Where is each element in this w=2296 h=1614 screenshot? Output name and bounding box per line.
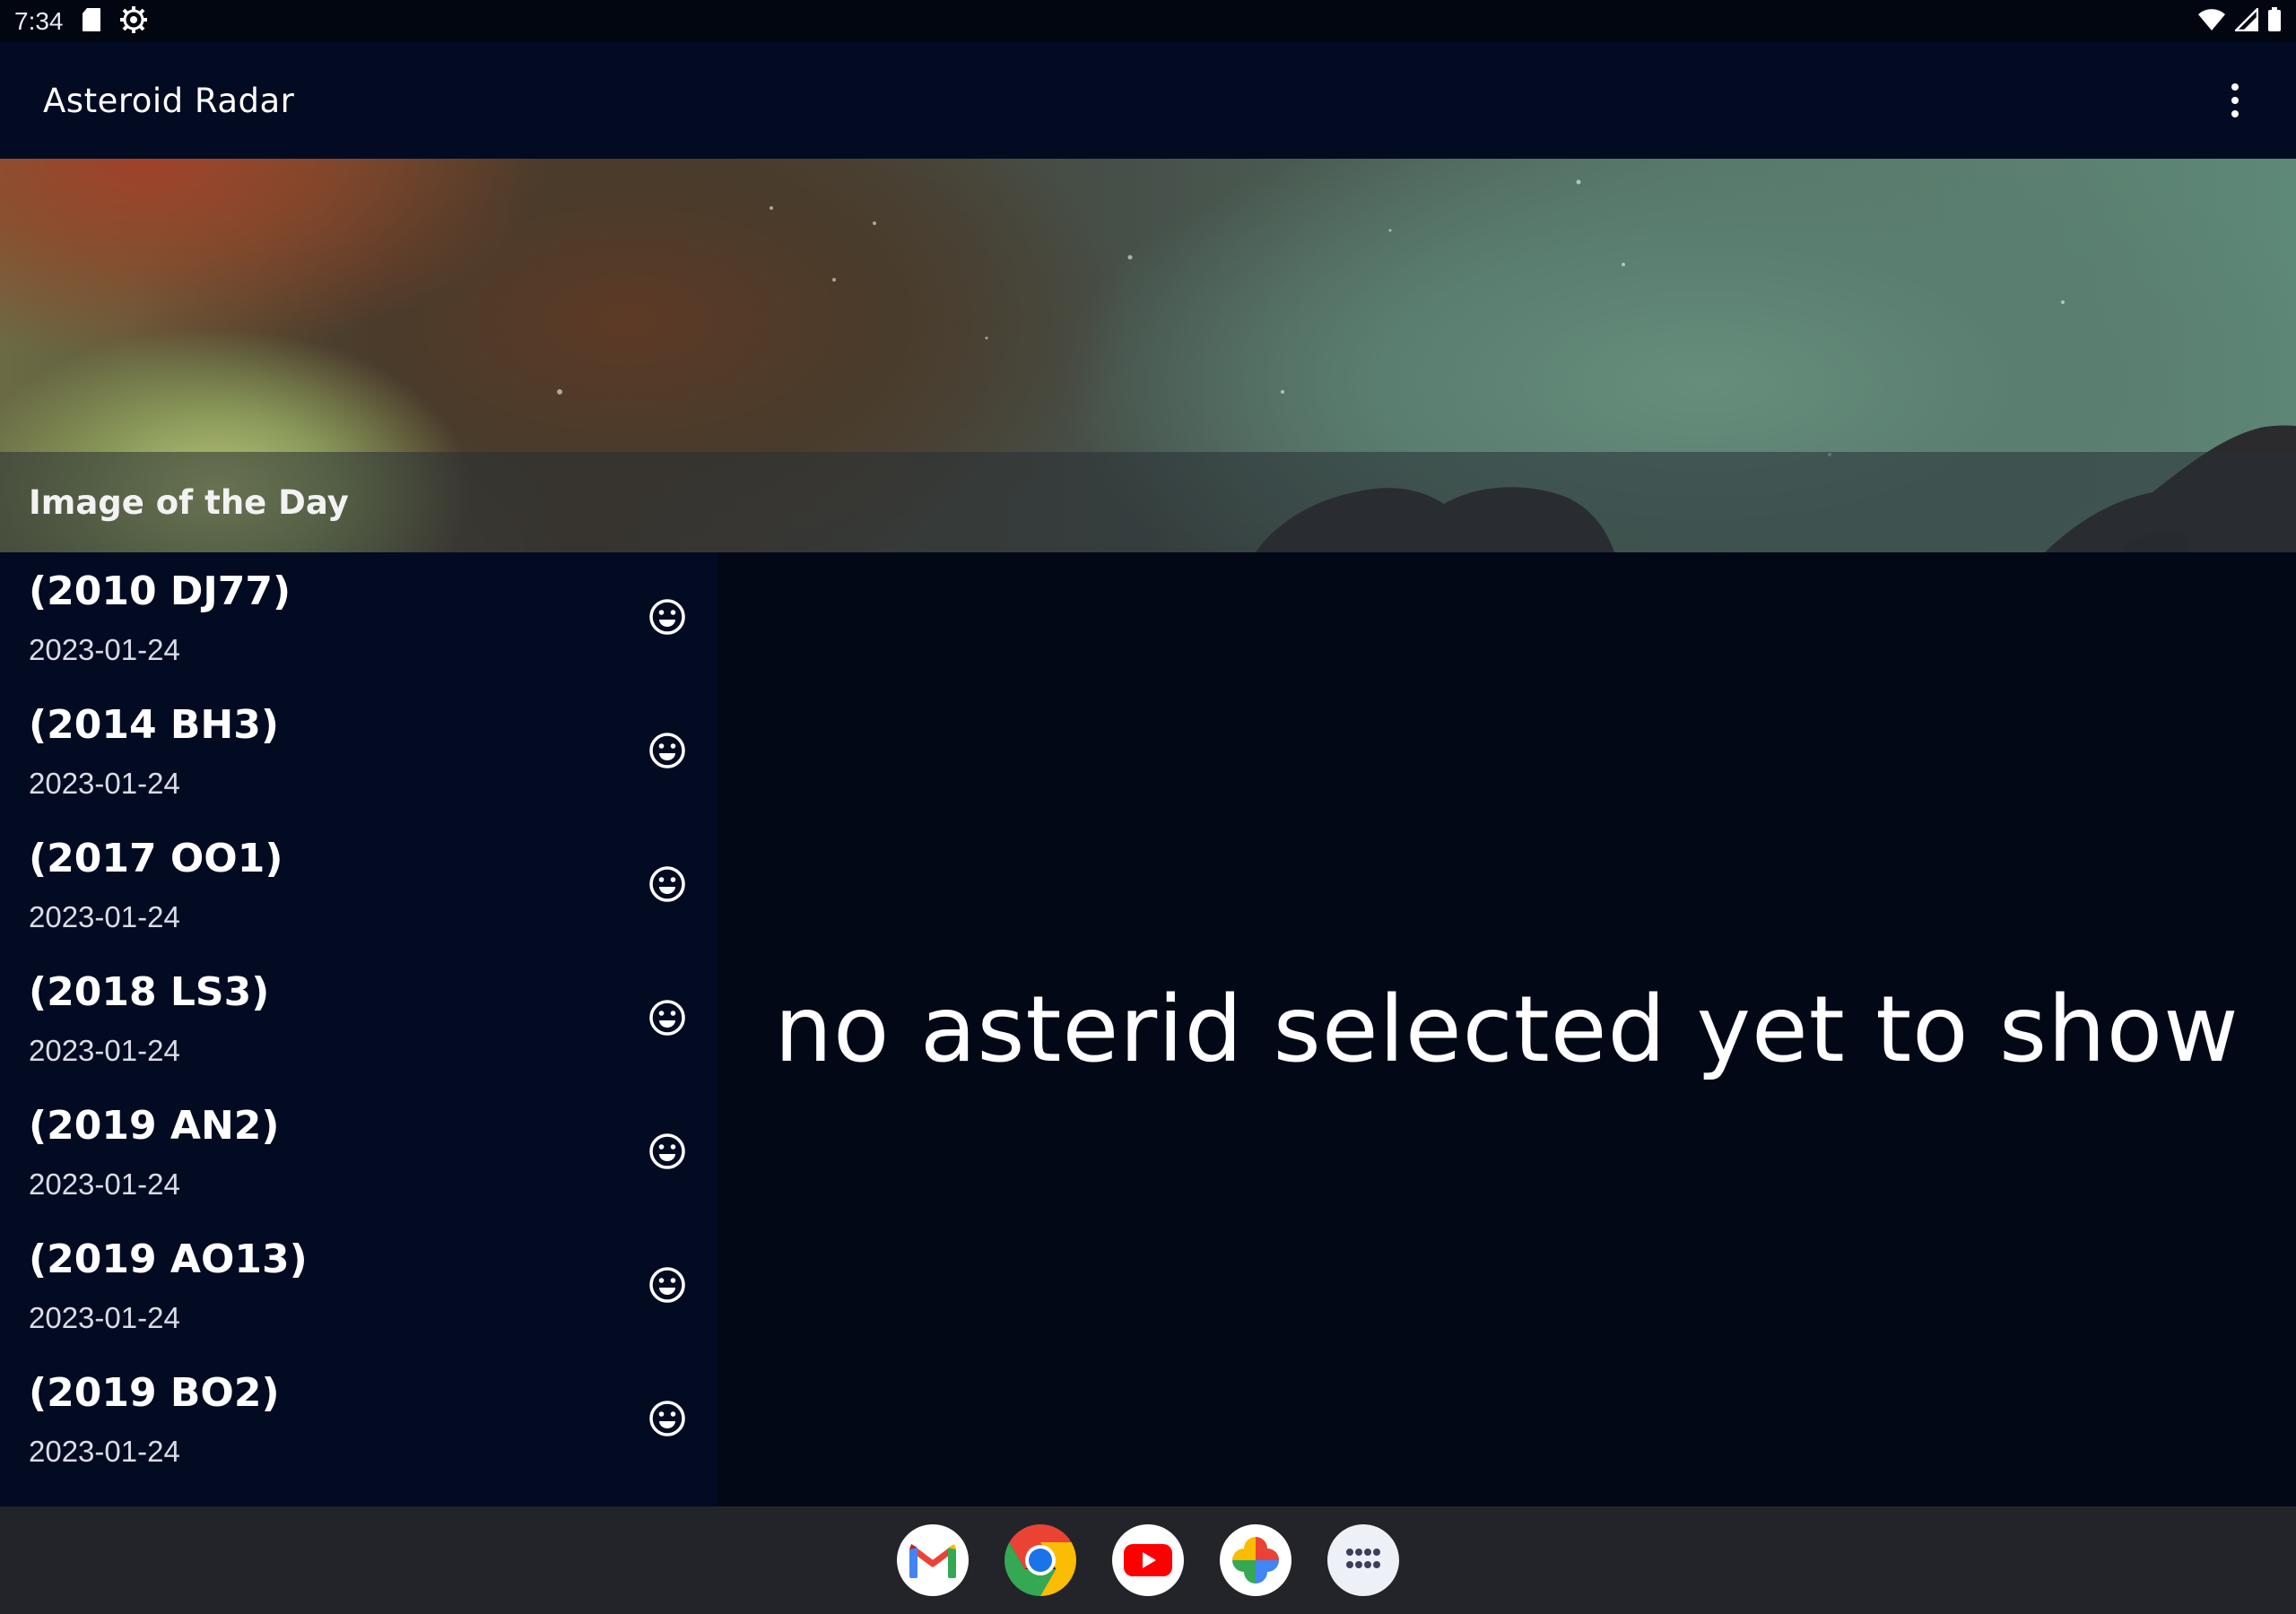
- status-right: [2197, 5, 2282, 36]
- gmail-icon[interactable]: [897, 1524, 969, 1596]
- smiley-icon: [649, 1000, 685, 1036]
- smiley-icon: [649, 599, 685, 635]
- list-item[interactable]: (2019 AO13) 2023-01-24: [0, 1220, 718, 1354]
- image-of-the-day: Image of the Day: [0, 159, 2296, 552]
- status-time: 7:34: [14, 6, 64, 35]
- cell-signal-icon: [2232, 5, 2259, 35]
- smiley-icon: [649, 1401, 685, 1436]
- asteroid-name: (2019 BO2): [29, 1370, 280, 1416]
- status-bar: 7:34: [0, 0, 2296, 42]
- app-bar: Asteroid Radar: [0, 42, 2296, 159]
- list-item[interactable]: (2014 BH3) 2023-01-24: [0, 686, 718, 820]
- asteroid-name: (2010 DJ77): [29, 568, 291, 614]
- asteroid-detail-panel: no asterid selected yet to show: [718, 552, 2296, 1506]
- asteroid-name: (2019 AN2): [29, 1103, 280, 1149]
- app-drawer-icon[interactable]: [1327, 1524, 1399, 1596]
- taskbar: [0, 1506, 2296, 1614]
- app-title: Asteroid Radar: [43, 81, 295, 120]
- asteroid-date: 2023-01-24: [29, 900, 180, 933]
- empty-detail-message: no asterid selected yet to show: [774, 976, 2239, 1083]
- more-options-button[interactable]: [2217, 74, 2253, 127]
- image-of-the-day-caption: Image of the Day: [0, 452, 2296, 552]
- smiley-icon: [649, 733, 685, 768]
- asteroid-name: (2018 LS3): [29, 969, 270, 1015]
- list-item[interactable]: (2017 OO1) 2023-01-24: [0, 820, 718, 953]
- youtube-icon[interactable]: [1112, 1524, 1184, 1596]
- asteroid-date: 2023-01-24: [29, 633, 180, 666]
- smiley-icon: [649, 866, 685, 902]
- asteroid-list[interactable]: (2010 DJ77) 2023-01-24 (2014 BH3) 2023-0…: [0, 552, 718, 1506]
- more-vert-icon-dot: [2231, 97, 2239, 104]
- asteroid-name: (2014 BH3): [29, 702, 279, 748]
- settings-gear-icon: [119, 5, 148, 38]
- sd-card-icon: [82, 7, 101, 36]
- list-item[interactable]: (2019 BO2) 2023-01-24: [0, 1354, 718, 1488]
- asteroid-date: 2023-01-24: [29, 1435, 180, 1468]
- status-left: 7:34: [14, 5, 148, 38]
- chrome-icon[interactable]: [1004, 1524, 1076, 1596]
- asteroid-name: (2017 OO1): [29, 836, 283, 881]
- asteroid-date: 2023-01-24: [29, 767, 180, 800]
- list-item[interactable]: (2019 AN2) 2023-01-24: [0, 1087, 718, 1220]
- battery-icon: [2267, 6, 2282, 36]
- smiley-icon: [649, 1133, 685, 1169]
- photos-icon[interactable]: [1220, 1524, 1292, 1596]
- asteroid-name: (2019 AO13): [29, 1237, 308, 1282]
- asteroid-date: 2023-01-24: [29, 1034, 180, 1067]
- smiley-icon: [649, 1267, 685, 1303]
- image-of-the-day-label: Image of the Day: [29, 482, 349, 522]
- asteroid-date: 2023-01-24: [29, 1167, 180, 1201]
- list-item[interactable]: (2010 DJ77) 2023-01-24: [0, 552, 718, 686]
- list-item[interactable]: (2018 LS3) 2023-01-24: [0, 953, 718, 1087]
- wifi-icon: [2197, 8, 2226, 35]
- asteroid-date: 2023-01-24: [29, 1301, 180, 1334]
- more-vert-icon-dot: [2231, 110, 2239, 117]
- more-vert-icon: [2231, 83, 2239, 91]
